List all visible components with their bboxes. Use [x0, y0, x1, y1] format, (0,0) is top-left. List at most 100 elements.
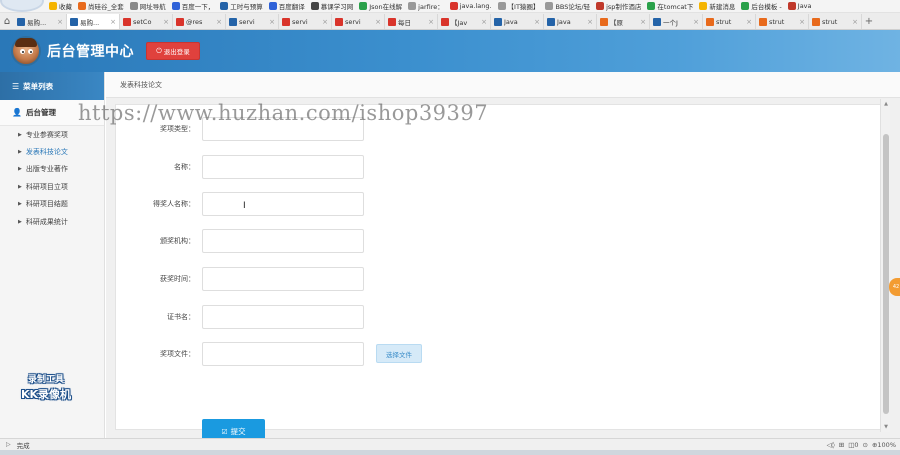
- tab-favicon-icon: [441, 17, 449, 26]
- form-row: 奖项文件： 选择文件: [116, 342, 883, 366]
- sidebar-item[interactable]: ▶ 发表科技论文: [0, 143, 104, 160]
- tab-close-icon[interactable]: ×: [799, 18, 805, 26]
- bookmark-label: Json在线解: [369, 3, 403, 11]
- logout-button[interactable]: ⏻ 退出登录: [146, 42, 200, 60]
- tab-close-icon[interactable]: ×: [375, 18, 381, 26]
- tab-label: setCo: [133, 17, 152, 26]
- bookmark-item[interactable]: 后台模板 -: [738, 1, 784, 12]
- browser-tab[interactable]: 每日 ×: [385, 14, 438, 29]
- sidebar-item-label: 发表科技论文: [25, 148, 68, 157]
- browser-tab[interactable]: setCo ×: [120, 14, 173, 29]
- bookmark-item[interactable]: 在tomcat下: [644, 1, 696, 12]
- vertical-scrollbar[interactable]: ▲ ▼: [880, 99, 890, 432]
- new-tab-icon[interactable]: +: [862, 14, 876, 29]
- form-input[interactable]: [202, 342, 364, 366]
- sidebar-item-label: 科研项目结题: [25, 200, 68, 209]
- browser-logo-icon[interactable]: [0, 0, 44, 12]
- bookmark-item[interactable]: 百度翻译: [266, 1, 308, 12]
- tab-label: Java: [557, 17, 571, 26]
- bookmark-item[interactable]: 工时与预算: [217, 1, 266, 12]
- browser-tab[interactable]: servi ×: [279, 14, 332, 29]
- tab-label: servi: [239, 17, 255, 26]
- status-icon[interactable]: ◁◊: [827, 441, 835, 449]
- tab-close-icon[interactable]: ×: [428, 18, 434, 26]
- bookmark-favicon-icon: [220, 2, 229, 10]
- browser-tab[interactable]: Java ×: [491, 14, 544, 29]
- tab-close-icon[interactable]: ×: [481, 18, 487, 26]
- tab-close-icon[interactable]: ×: [110, 18, 116, 26]
- choose-file-button[interactable]: 选择文件: [376, 344, 422, 363]
- list-icon: ☰: [12, 81, 20, 91]
- scroll-up-icon[interactable]: ▲: [881, 99, 891, 109]
- bookmark-item[interactable]: Json在线解: [356, 1, 405, 12]
- status-icon[interactable]: ⊞: [839, 441, 844, 449]
- avatar-eye-right: [28, 49, 33, 54]
- bookmark-item[interactable]: java.lang.: [447, 1, 495, 12]
- status-icon[interactable]: ⊕100%: [872, 441, 896, 449]
- tab-close-icon[interactable]: ×: [534, 18, 540, 26]
- bookmark-item[interactable]: BBS论坛/轻: [542, 1, 593, 12]
- bookmark-favicon-icon: [545, 2, 554, 10]
- browser-tab[interactable]: 【Jav ×: [438, 14, 491, 29]
- caret-right-icon: ▶: [18, 183, 22, 190]
- sidebar-item[interactable]: ▶ 出版专业著作: [0, 161, 104, 178]
- browser-tab[interactable]: strut ×: [756, 14, 809, 29]
- status-icon[interactable]: ⊙: [863, 441, 868, 449]
- form-input[interactable]: [202, 305, 364, 329]
- browser-tab[interactable]: 【原 ×: [597, 14, 650, 29]
- tab-close-icon[interactable]: ×: [640, 18, 646, 26]
- form-input[interactable]: [202, 229, 364, 253]
- bookmark-label: 后台模板 -: [751, 3, 782, 11]
- browser-tab[interactable]: strut ×: [703, 14, 756, 29]
- bookmark-label: jsp制作酒店: [606, 3, 642, 11]
- tab-close-icon[interactable]: ×: [852, 18, 858, 26]
- home-icon[interactable]: ⌂: [0, 13, 14, 29]
- form-input[interactable]: [202, 192, 364, 216]
- scroll-thumb[interactable]: [883, 134, 889, 414]
- bookmark-item[interactable]: 【IT猿圈】: [495, 1, 543, 12]
- form-input[interactable]: [202, 267, 364, 291]
- bookmark-item[interactable]: 百度一下，: [169, 1, 218, 12]
- bookmark-favicon-icon: [49, 2, 57, 10]
- bookmark-item[interactable]: 慕课学习网: [308, 1, 357, 12]
- browser-tab[interactable]: 易购... ×: [14, 14, 67, 29]
- tab-label: 易购...: [27, 18, 47, 27]
- form-input[interactable]: [202, 155, 364, 179]
- bookmark-item[interactable]: Java: [785, 1, 815, 12]
- status-icon[interactable]: ◫0: [848, 441, 858, 449]
- bookmark-item[interactable]: 尚硅谷_全套: [75, 1, 127, 12]
- browser-tab[interactable]: strut ×: [809, 14, 862, 29]
- tab-close-icon[interactable]: ×: [163, 18, 169, 26]
- browser-tab[interactable]: Java ×: [544, 14, 597, 29]
- browser-tab[interactable]: servi ×: [332, 14, 385, 29]
- browser-tab[interactable]: servi ×: [226, 14, 279, 29]
- tab-close-icon[interactable]: ×: [587, 18, 593, 26]
- sidebar-item[interactable]: ▶ 科研项目立项: [0, 178, 104, 195]
- sidebar-item[interactable]: ▶ 科研成果统计: [0, 213, 104, 230]
- browser-tab[interactable]: @res ×: [173, 14, 226, 29]
- avatar-hair: [15, 38, 37, 47]
- tab-close-icon[interactable]: ×: [322, 18, 328, 26]
- bookmark-item[interactable]: 新建消息: [696, 1, 738, 12]
- bookmark-favicon-icon: [647, 2, 656, 10]
- tab-close-icon[interactable]: ×: [693, 18, 699, 26]
- bookmark-item[interactable]: 收藏: [46, 1, 75, 12]
- bookmark-item[interactable]: jsp制作酒店: [593, 1, 644, 12]
- tab-favicon-icon: [759, 17, 767, 26]
- tab-close-icon[interactable]: ×: [269, 18, 275, 26]
- bookmark-item[interactable]: 网址导航: [127, 1, 169, 12]
- browser-tab[interactable]: 一个J ×: [650, 14, 703, 29]
- sidebar-item-label: 科研成果统计: [25, 217, 68, 226]
- edge-badge[interactable]: 42: [889, 278, 900, 296]
- browser-tab[interactable]: 易购... ×: [67, 14, 120, 29]
- bookmark-item[interactable]: jarfire：: [405, 1, 447, 12]
- tab-favicon-icon: [600, 17, 608, 26]
- tab-close-icon[interactable]: ×: [57, 18, 63, 26]
- user-icon: 👤: [12, 108, 22, 117]
- tab-close-icon[interactable]: ×: [216, 18, 222, 26]
- scroll-down-icon[interactable]: ▼: [881, 422, 891, 432]
- tab-close-icon[interactable]: ×: [746, 18, 752, 26]
- sidebar-item[interactable]: ▶ 科研项目结题: [0, 196, 104, 213]
- sidebar-item[interactable]: ▶ 专业参赛奖项: [0, 126, 104, 143]
- bookmark-label: 百度翻译: [278, 3, 305, 11]
